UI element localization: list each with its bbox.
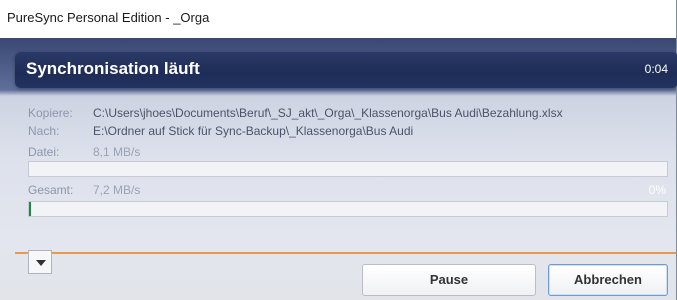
pause-button[interactable]: Pause [362,264,536,296]
file-progress-bar [28,161,668,177]
destination-label: Nach: [28,124,60,138]
total-progress-fill [29,202,31,216]
file-speed: 8,1 MB/s [93,145,141,159]
sync-status-header: Synchronisation läuft 0:04 [15,52,677,88]
total-percent: 0% [648,183,666,197]
total-label: Gesamt: [28,183,74,197]
total-progress-bar [28,201,668,217]
total-speed: 7,2 MB/s [93,183,141,197]
title-bar: PureSync Personal Edition - _Orga [0,0,676,38]
elapsed-time: 0:04 [644,62,668,76]
copy-source-path: C:\Users\jhoes\Documents\Beruf\_SJ_akt\_… [93,106,563,120]
cancel-button[interactable]: Abbrechen [548,264,668,296]
destination-path: E:\Ordner auf Stick für Sync-Backup\_Kla… [93,124,414,138]
accent-divider [15,252,676,254]
options-dropdown-button[interactable] [28,250,52,274]
file-label: Datei: [28,145,60,159]
sync-status-title: Synchronisation läuft [26,59,200,78]
chevron-down-icon [36,260,46,266]
copy-label: Kopiere: [28,106,73,120]
window-title: PureSync Personal Edition - _Orga [7,10,210,25]
puresync-window: PureSync Personal Edition - _Orga Synchr… [0,0,677,300]
